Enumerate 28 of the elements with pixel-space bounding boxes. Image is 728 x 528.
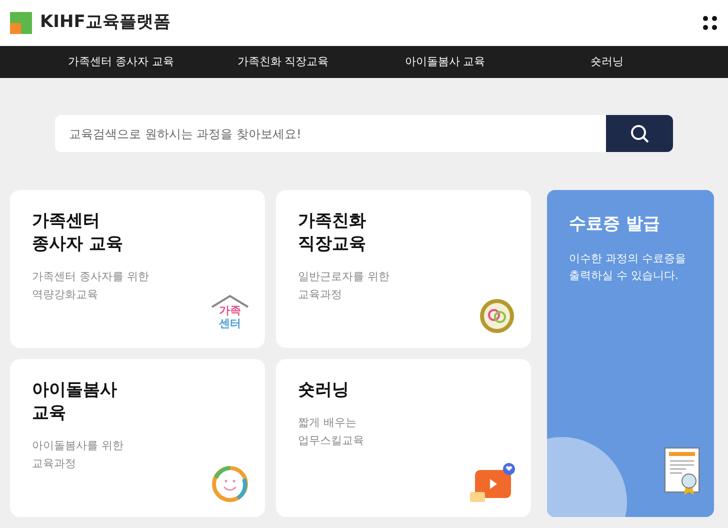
- search-button[interactable]: [606, 115, 673, 152]
- search-field[interactable]: 교육검색으로 원하시는 과정을 찾아보세요!: [55, 115, 606, 152]
- card-title: 아이돌봄사 교육: [32, 379, 118, 425]
- nav-link[interactable]: 가족센터 종사자 교육: [40, 54, 202, 70]
- course-card[interactable]: 아이돌봄사 교육 아이돌봄사를 위한 교육과정: [10, 359, 265, 517]
- course-card[interactable]: 가족센터 종사자 교육 가족센터 종사자를 위한 역량강화교육 가족 센터: [10, 190, 265, 348]
- nav-link[interactable]: 가족친화 직장교육: [202, 54, 364, 70]
- card-title: 숏러닝: [298, 379, 350, 402]
- card-description: 가족센터 종사자를 위한 역량강화교육: [32, 269, 150, 303]
- certificate-icon: [664, 447, 700, 497]
- search-icon: [630, 124, 650, 144]
- nav-link[interactable]: 숏러닝: [526, 54, 688, 70]
- course-card[interactable]: 가족친화 직장교육 일반근로자를 위한 교육과정: [276, 190, 531, 348]
- logo-text[interactable]: KIHF교육플랫폼: [40, 10, 170, 36]
- course-card[interactable]: 숏러닝 짧게 배우는 업무스킬교육: [276, 359, 531, 517]
- menu-icon[interactable]: [702, 15, 718, 31]
- logo-icon: [10, 12, 32, 34]
- video-play-icon: [469, 463, 515, 503]
- card-description: 일반근로자를 위한 교육과정: [298, 269, 390, 303]
- smiley-icon: [211, 465, 249, 503]
- card-title: 가족친화 직장교육: [298, 210, 367, 256]
- nav-link[interactable]: 아이돌봄사 교육: [364, 54, 526, 70]
- card-description: 아이돌봄사를 위한 교육과정: [32, 438, 124, 472]
- certificate-title: 수료증 발급: [569, 213, 661, 236]
- seal-icon: [479, 298, 515, 334]
- certificate-description: 이수한 과정의 수료증을 출력하실 수 있습니다.: [569, 250, 687, 284]
- card-title: 가족센터 종사자 교육: [32, 210, 124, 256]
- card-description: 짧게 배우는 업무스킬교육: [298, 415, 365, 449]
